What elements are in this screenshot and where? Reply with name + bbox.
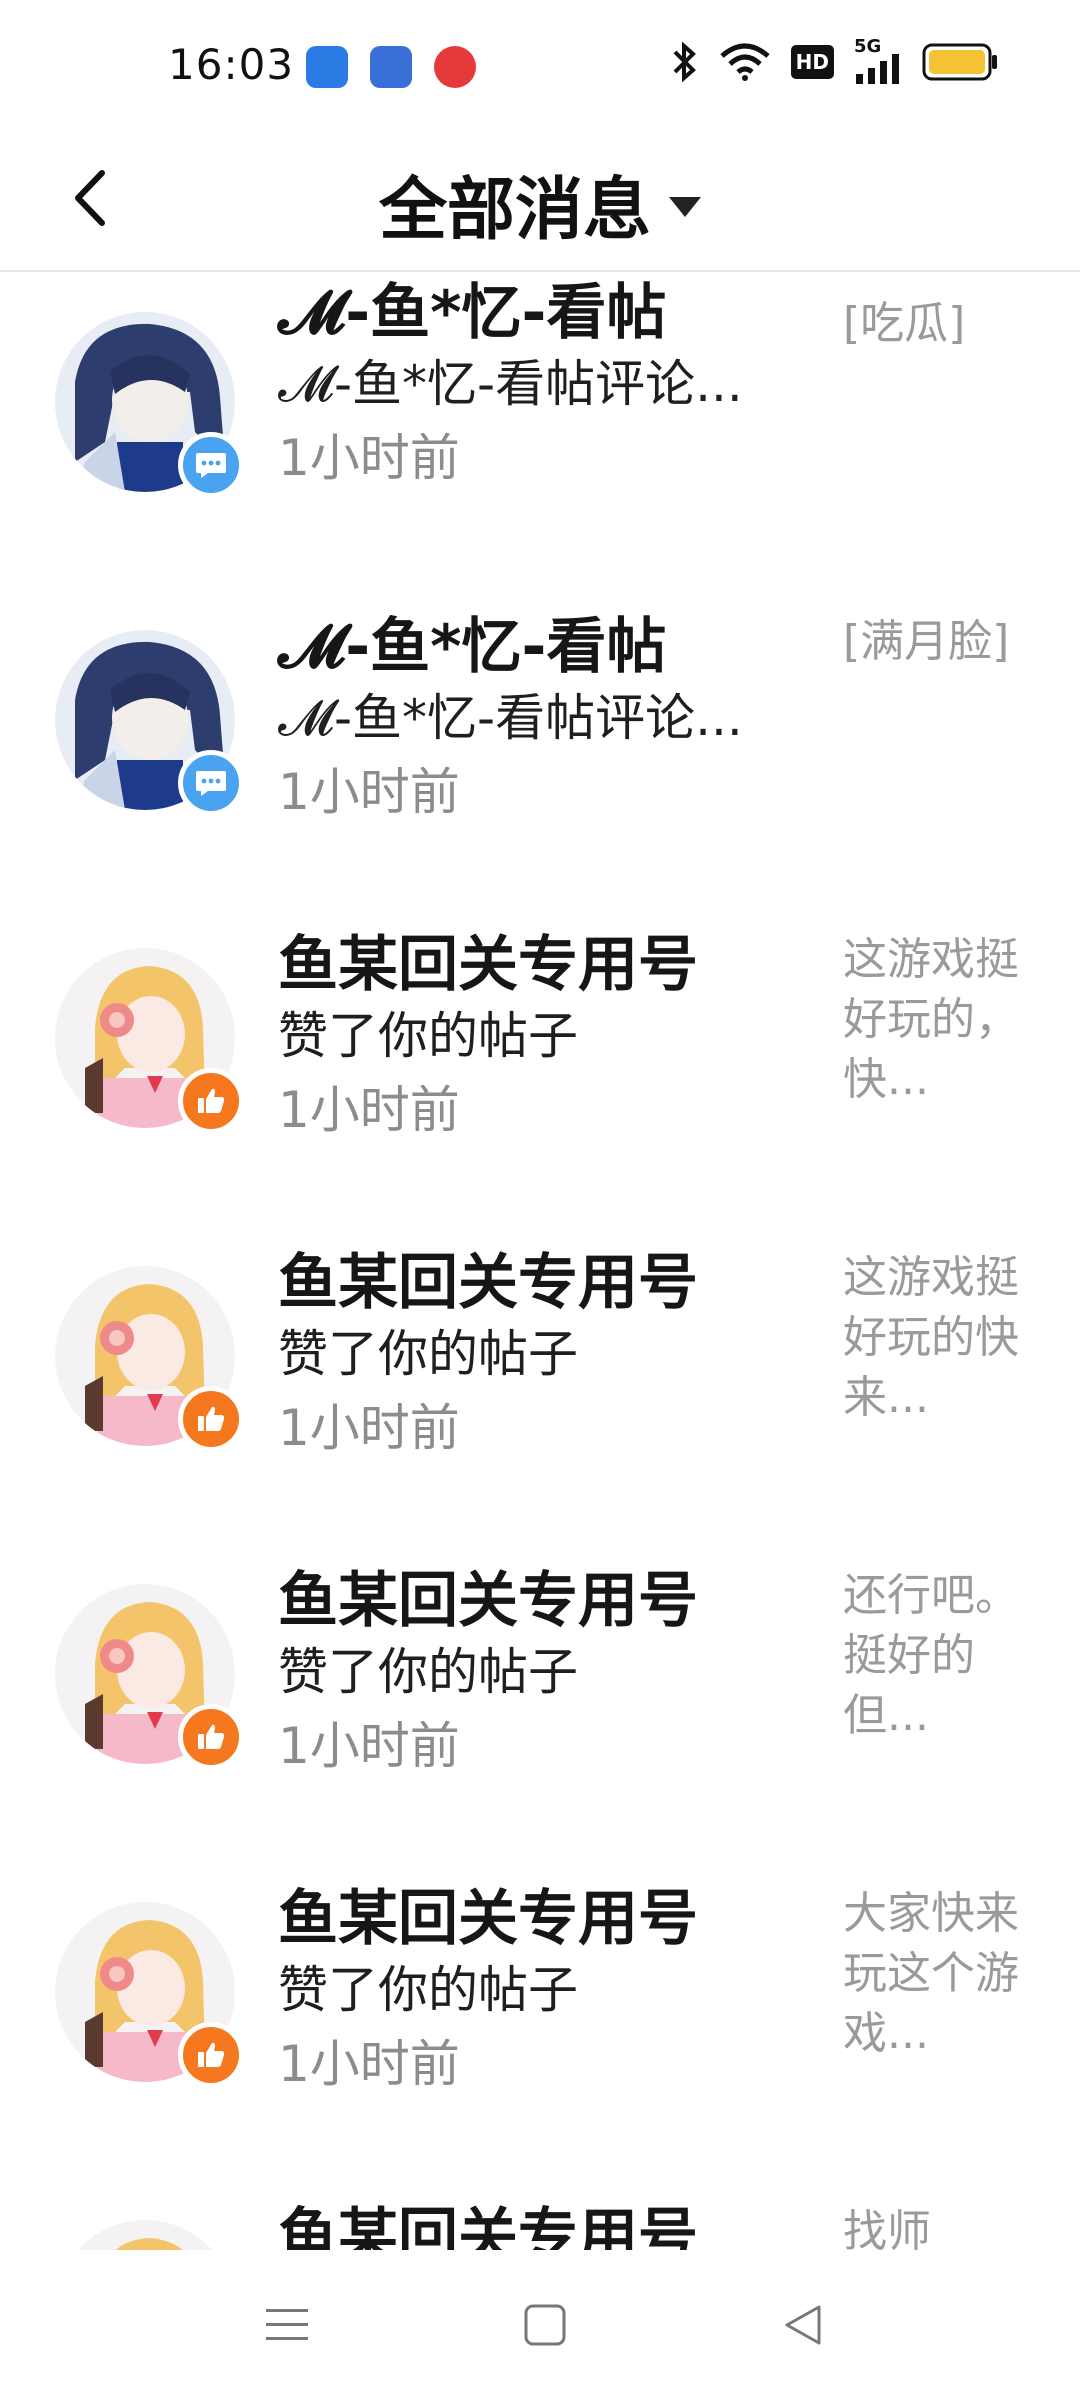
message-filter-dropdown[interactable]: 全部消息	[0, 154, 1080, 253]
message-list[interactable]: 𝓜-鱼*忆-看帖 𝓜-鱼*忆-看帖评论... 1小时前 [吃瓜] 𝓜-鱼*忆-看…	[0, 272, 1080, 2250]
page-header: 全部消息	[0, 130, 1080, 272]
message-time: 1小时前	[278, 763, 460, 821]
message-preview: 找师	[843, 2206, 931, 2250]
menu-icon	[266, 2309, 308, 2340]
hd-label: HD	[795, 50, 829, 74]
bluetooth-icon	[673, 41, 696, 83]
message-action: 赞了你的帖子	[278, 1325, 578, 1383]
message-time: 1小时前	[278, 2035, 460, 2093]
baidu-app-icon	[370, 46, 412, 88]
comment-badge	[178, 432, 244, 498]
wifi-icon	[720, 43, 770, 81]
back-triangle-icon	[785, 2305, 821, 2345]
message-action: 赞了你的帖子	[278, 1961, 578, 2019]
like-icon	[198, 1088, 225, 1113]
message-item[interactable]: 鱼某回关专用号 赞了你的帖子 1小时前 还行吧。挺好的但...	[0, 1544, 1080, 1862]
message-preview: 这游戏挺好玩的快来...	[843, 1252, 1019, 1423]
message-preview: 大家快来玩这个游戏...	[843, 1888, 1019, 2059]
avatar[interactable]	[55, 2220, 235, 2250]
message-item[interactable]: 鱼某回关专用号 赞了你的帖子 1小时前 这游戏挺好玩的快来...	[0, 1226, 1080, 1544]
like-icon	[198, 1406, 225, 1431]
hd-icon: HD	[790, 45, 834, 79]
caret-down-icon	[669, 196, 701, 217]
status-time: 16:03	[168, 40, 295, 89]
message-time: 1小时前	[278, 1081, 460, 1139]
message-preview: 这游戏挺好玩的，快...	[843, 934, 1019, 1105]
home-square-icon	[524, 2304, 566, 2346]
message-item[interactable]: 鱼某回关专用号 找师	[0, 2180, 1080, 2250]
signal-5g-icon: 5G	[854, 36, 902, 84]
video-app-icon	[434, 46, 476, 88]
message-time: 1小时前	[278, 1717, 460, 1775]
sender-name: 鱼某回关专用号	[278, 930, 698, 1000]
comment-icon	[196, 771, 226, 796]
message-action: 赞了你的帖子	[278, 1643, 578, 1701]
baidu-disk-icon	[306, 46, 348, 88]
sender-name: 鱼某回关专用号	[278, 1884, 698, 1954]
sender-name: 鱼某回关专用号	[278, 1566, 698, 1636]
like-icon	[198, 2042, 225, 2067]
sender-name: 鱼某回关专用号	[278, 2202, 698, 2250]
message-item[interactable]: 鱼某回关专用号 赞了你的帖子 1小时前 这游戏挺好玩的，快...	[0, 908, 1080, 1226]
message-action: 𝓜-鱼*忆-看帖评论...	[278, 689, 743, 747]
battery-icon	[922, 43, 997, 81]
comment-icon	[196, 453, 226, 478]
message-item[interactable]: 𝓜-鱼*忆-看帖 𝓜-鱼*忆-看帖评论... 1小时前 [吃瓜]	[0, 272, 1080, 590]
message-item[interactable]: 鱼某回关专用号 赞了你的帖子 1小时前 大家快来玩这个游戏...	[0, 1862, 1080, 2180]
message-action: 𝓜-鱼*忆-看帖评论...	[278, 355, 743, 413]
sender-name: 鱼某回关专用号	[278, 1248, 698, 1318]
like-badge	[178, 1068, 244, 1134]
message-preview: 还行吧。挺好的但...	[843, 1570, 1019, 1741]
message-item[interactable]: 𝓜-鱼*忆-看帖 𝓜-鱼*忆-看帖评论... 1小时前 [满月脸]	[0, 590, 1080, 908]
recent-apps-button[interactable]	[242, 2280, 332, 2370]
like-icon	[198, 1724, 225, 1749]
system-icons: HD 5G	[669, 36, 998, 84]
like-badge	[178, 2022, 244, 2088]
message-preview: [吃瓜]	[843, 298, 966, 349]
sender-name: 𝓜-鱼*忆-看帖	[278, 612, 667, 682]
message-preview: [满月脸]	[843, 616, 1010, 667]
message-action: 赞了你的帖子	[278, 1007, 578, 1065]
sender-name: 𝓜-鱼*忆-看帖	[278, 278, 667, 348]
comment-badge	[178, 750, 244, 816]
like-badge	[178, 1704, 244, 1770]
blonde-headphones-avatar	[55, 2220, 235, 2250]
message-time: 1小时前	[278, 429, 460, 487]
system-navbar	[0, 2250, 1080, 2400]
notification-icons	[306, 46, 476, 88]
message-time: 1小时前	[278, 1399, 460, 1457]
system-back-button[interactable]	[758, 2280, 848, 2370]
like-badge	[178, 1386, 244, 1452]
status-bar: 16:03 HD 5G	[0, 0, 1080, 130]
home-button[interactable]	[500, 2280, 590, 2370]
page-title: 全部消息	[378, 171, 651, 250]
